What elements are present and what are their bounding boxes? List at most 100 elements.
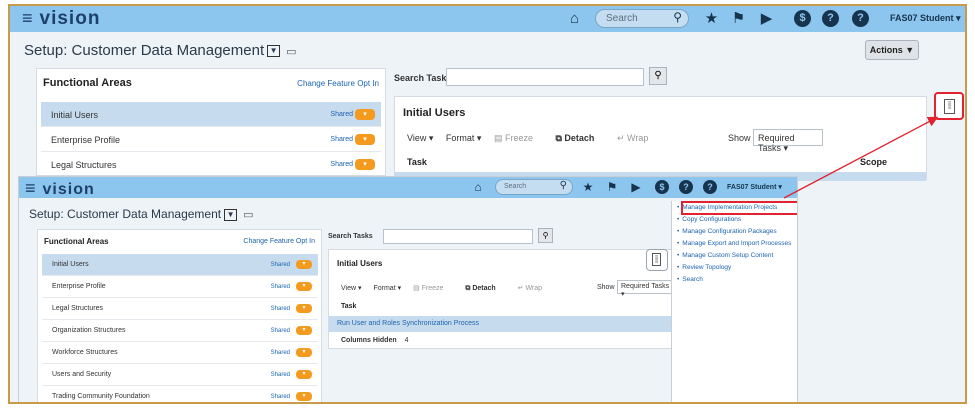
dollar-icon[interactable]: $ [794, 10, 811, 27]
user-menu[interactable]: FAS07 Student ▾ [890, 13, 961, 24]
tasks-panel-icon[interactable]: ≡ ≡ [934, 92, 964, 120]
expand-toggle-icon[interactable]: ▾ [355, 134, 375, 145]
title-dropdown-icon[interactable]: ▼ [267, 45, 281, 58]
format-menu[interactable]: Format ▾ [373, 285, 401, 292]
task-list-panel: Initial Users View ▾ Format ▾ ▤ Freeze ⧉… [394, 96, 927, 181]
menu-icon[interactable]: ≡ [22, 8, 34, 28]
functional-areas-heading: Functional Areas [43, 77, 132, 89]
functional-areas-panel: Functional Areas Change Feature Opt In I… [36, 68, 386, 177]
help-icon[interactable]: ? [679, 180, 693, 194]
functional-area-row[interactable]: Initial Users Shared ▾ [42, 254, 318, 276]
task-row[interactable]: Run User and Roles Synchronization Proce… [329, 316, 672, 332]
expand-toggle-icon[interactable]: ▾ [296, 348, 312, 357]
wrap-button[interactable]: ↵ Wrap [617, 133, 658, 143]
detach-button[interactable]: ⧉ Detach [555, 133, 604, 143]
star-icon[interactable]: ★ [581, 180, 595, 194]
dollar-icon[interactable]: $ [655, 180, 669, 194]
task-panel-heading: Initial Users [337, 259, 383, 268]
expand-toggle-icon[interactable]: ▾ [296, 260, 312, 269]
view-menu[interactable]: View ▾ [407, 133, 433, 143]
change-feature-opt-in-link[interactable]: Change Feature Opt In [297, 79, 379, 88]
expand-toggle-icon[interactable]: ▾ [296, 326, 312, 335]
page-title: Setup: Customer Data Management ▼ ▭ [24, 42, 297, 59]
task-toolbar: View ▾ Format ▾ ▤ Freeze ⧉ Detach ↵ Wrap [341, 284, 562, 293]
comment-icon[interactable]: ▭ [286, 45, 296, 58]
flag-icon[interactable]: ⚑ [730, 10, 747, 27]
show-label: Show [597, 284, 615, 291]
help-icon[interactable]: ? [822, 10, 839, 27]
menu-item-manage-custom-setup-content[interactable]: Manage Custom Setup Content [682, 252, 797, 260]
functional-area-row[interactable]: Enterprise Profile Shared ▾ [42, 276, 318, 298]
columns-hidden: Columns Hidden 4 [341, 337, 409, 344]
app-logo[interactable]: ≡ vision [25, 178, 95, 199]
expand-toggle-icon[interactable]: ▾ [296, 282, 312, 291]
notifications-icon[interactable]: ? [703, 180, 717, 194]
expand-toggle-icon[interactable]: ▾ [296, 370, 312, 379]
functional-areas-panel: Functional Areas Change Feature Opt In I… [37, 229, 322, 402]
app-logo[interactable]: ≡ vision [22, 8, 100, 30]
comment-icon[interactable]: ▭ [243, 208, 253, 221]
menu-item-manage-configuration-packages[interactable]: Manage Configuration Packages [682, 228, 797, 236]
search-tasks-input[interactable] [383, 229, 533, 244]
functional-areas-heading: Functional Areas [44, 237, 109, 246]
search-tasks-label: Search Tasks [328, 233, 373, 240]
wrap-button[interactable]: ↵ Wrap [518, 285, 552, 292]
freeze-button[interactable]: ▤ Freeze [494, 133, 543, 143]
menu-icon[interactable]: ≡ [25, 178, 37, 198]
functional-area-row[interactable]: Enterprise Profile Shared ▾ [41, 127, 381, 152]
play-icon[interactable]: ▶ [758, 10, 775, 27]
star-icon[interactable]: ★ [703, 10, 720, 27]
document-icon: ≡ ≡ [652, 253, 661, 266]
show-select[interactable]: Required Tasks ▾ [617, 280, 675, 298]
page-title: Setup: Customer Data Management ▼ ▭ [29, 207, 254, 222]
screenshot-frame: ≡ vision ⌂ Search ⚲ ★ ⚑ ▶ $ ? ? FAS07 Stud… [8, 4, 967, 404]
actions-button[interactable]: Actions ▼ [865, 40, 919, 60]
change-feature-opt-in-link[interactable]: Change Feature Opt In [243, 238, 315, 245]
task-column-header[interactable]: Task [407, 157, 427, 167]
search-icon[interactable]: ⚲ [673, 10, 682, 24]
functional-area-row[interactable]: Organization Structures Shared ▾ [42, 320, 318, 342]
freeze-button[interactable]: ▤ Freeze [413, 285, 453, 292]
play-icon[interactable]: ▶ [629, 180, 643, 194]
search-icon[interactable]: ⚲ [649, 67, 667, 85]
menu-item-manage-export-import-processes[interactable]: Manage Export and Import Processes [682, 240, 797, 248]
global-search-input[interactable]: Search ⚲ [595, 9, 689, 28]
title-dropdown-icon[interactable]: ▼ [224, 208, 238, 221]
functional-area-row[interactable]: Trading Community Foundation Shared ▾ [42, 386, 318, 402]
expand-toggle-icon[interactable]: ▾ [296, 304, 312, 313]
task-panel-heading: Initial Users [403, 107, 466, 119]
format-menu[interactable]: Format ▾ [446, 133, 482, 143]
detach-button[interactable]: ⧉ Detach [465, 285, 505, 292]
expand-toggle-icon[interactable]: ▾ [355, 159, 375, 170]
document-icon: ≡ ≡ [944, 99, 955, 114]
search-icon[interactable]: ⚲ [538, 228, 553, 243]
global-search-input[interactable]: Search ⚲ [495, 179, 573, 195]
search-tasks-input[interactable] [446, 68, 644, 86]
functional-area-row[interactable]: Users and Security Shared ▾ [42, 364, 318, 386]
task-toolbar: View ▾ Format ▾ ▤ Freeze ⧉ Detach ↵ Wrap [407, 133, 668, 144]
functional-area-row[interactable]: Legal Structures Shared ▾ [42, 298, 318, 320]
search-icon[interactable]: ⚲ [560, 180, 567, 191]
functional-area-row[interactable]: Workforce Structures Shared ▾ [42, 342, 318, 364]
menu-item-copy-configurations[interactable]: Copy Configurations [682, 216, 797, 224]
task-column-header[interactable]: Task [341, 303, 356, 310]
functional-area-row[interactable]: Legal Structures Shared ▾ [41, 152, 381, 177]
menu-item-review-topology[interactable]: Review Topology [682, 264, 797, 272]
expand-toggle-icon[interactable]: ▾ [296, 392, 312, 401]
user-menu[interactable]: FAS07 Student ▾ [727, 183, 782, 191]
notifications-icon[interactable]: ? [852, 10, 869, 27]
show-select[interactable]: Required Tasks ▾ [753, 129, 823, 153]
scope-column-header[interactable]: Scope [860, 157, 887, 167]
view-menu[interactable]: View ▾ [341, 285, 362, 292]
home-icon[interactable]: ⌂ [566, 10, 583, 27]
menu-item-search[interactable]: Search [682, 276, 797, 284]
home-icon[interactable]: ⌂ [471, 180, 485, 194]
task-list-panel: Initial Users View ▾ Format ▾ ▤ Freeze ⧉… [328, 249, 675, 349]
functional-area-row[interactable]: Initial Users Shared ▾ [41, 102, 381, 127]
tasks-menu: Manage Implementation Projects Copy Conf… [671, 201, 797, 402]
tasks-panel-icon[interactable]: ≡ ≡ [646, 249, 668, 271]
flag-icon[interactable]: ⚑ [605, 180, 619, 194]
search-tasks-label: Search Tasks [394, 73, 452, 83]
menu-item-manage-implementation-projects[interactable]: Manage Implementation Projects [681, 201, 797, 215]
expand-toggle-icon[interactable]: ▾ [355, 109, 375, 120]
